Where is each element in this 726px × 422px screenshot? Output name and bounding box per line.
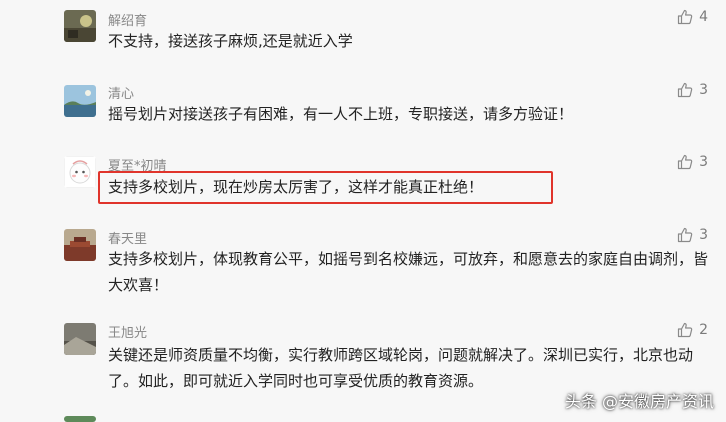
like-count: 4 [699, 9, 708, 25]
avatar[interactable] [64, 323, 96, 355]
like-count: 3 [699, 82, 708, 98]
avatar[interactable] [64, 10, 96, 42]
thumbs-up-icon [677, 82, 693, 98]
commenter-name[interactable]: 解绍育 [108, 10, 147, 29]
avatar[interactable] [64, 416, 96, 422]
watermark: 头条 @安徽房产资讯 [564, 392, 714, 411]
comment-text: 支持多校划片，体现教育公平，如摇号到名校嫌远，可放弃，和愿意去的家庭自由调剂，皆… [108, 250, 709, 294]
like-button[interactable]: 3 [677, 151, 708, 173]
commenter-name[interactable]: 春天里 [108, 228, 147, 247]
commenter-name[interactable]: 清心 [108, 83, 134, 102]
commenter-name[interactable]: 王旭光 [108, 322, 147, 341]
thumbs-up-icon [677, 9, 693, 25]
avatar[interactable] [64, 229, 96, 261]
comment-text: 摇号划片对接送孩子有困难，有一人不上班，专职接送，请多方验证！ [108, 105, 574, 123]
avatar[interactable] [64, 156, 96, 188]
like-count: 3 [699, 154, 708, 170]
like-button[interactable]: 2 [677, 319, 708, 341]
highlight-box [98, 171, 553, 204]
like-button[interactable]: 3 [677, 79, 708, 101]
comment-text: 关键还是师资质量不均衡，实行教师跨区域轮岗，问题就解决了。深圳已实行，北京也动了… [108, 346, 694, 390]
thumbs-up-icon [677, 322, 693, 338]
thumbs-up-icon [677, 227, 693, 243]
thumbs-up-icon [677, 154, 693, 170]
comment-text: 不支持，接送孩子麻烦,还是就近入学 [108, 32, 353, 50]
like-button[interactable]: 3 [677, 224, 708, 246]
like-count: 2 [699, 322, 708, 338]
avatar[interactable] [64, 85, 96, 117]
like-count: 3 [699, 227, 708, 243]
like-button[interactable]: 4 [677, 6, 708, 28]
